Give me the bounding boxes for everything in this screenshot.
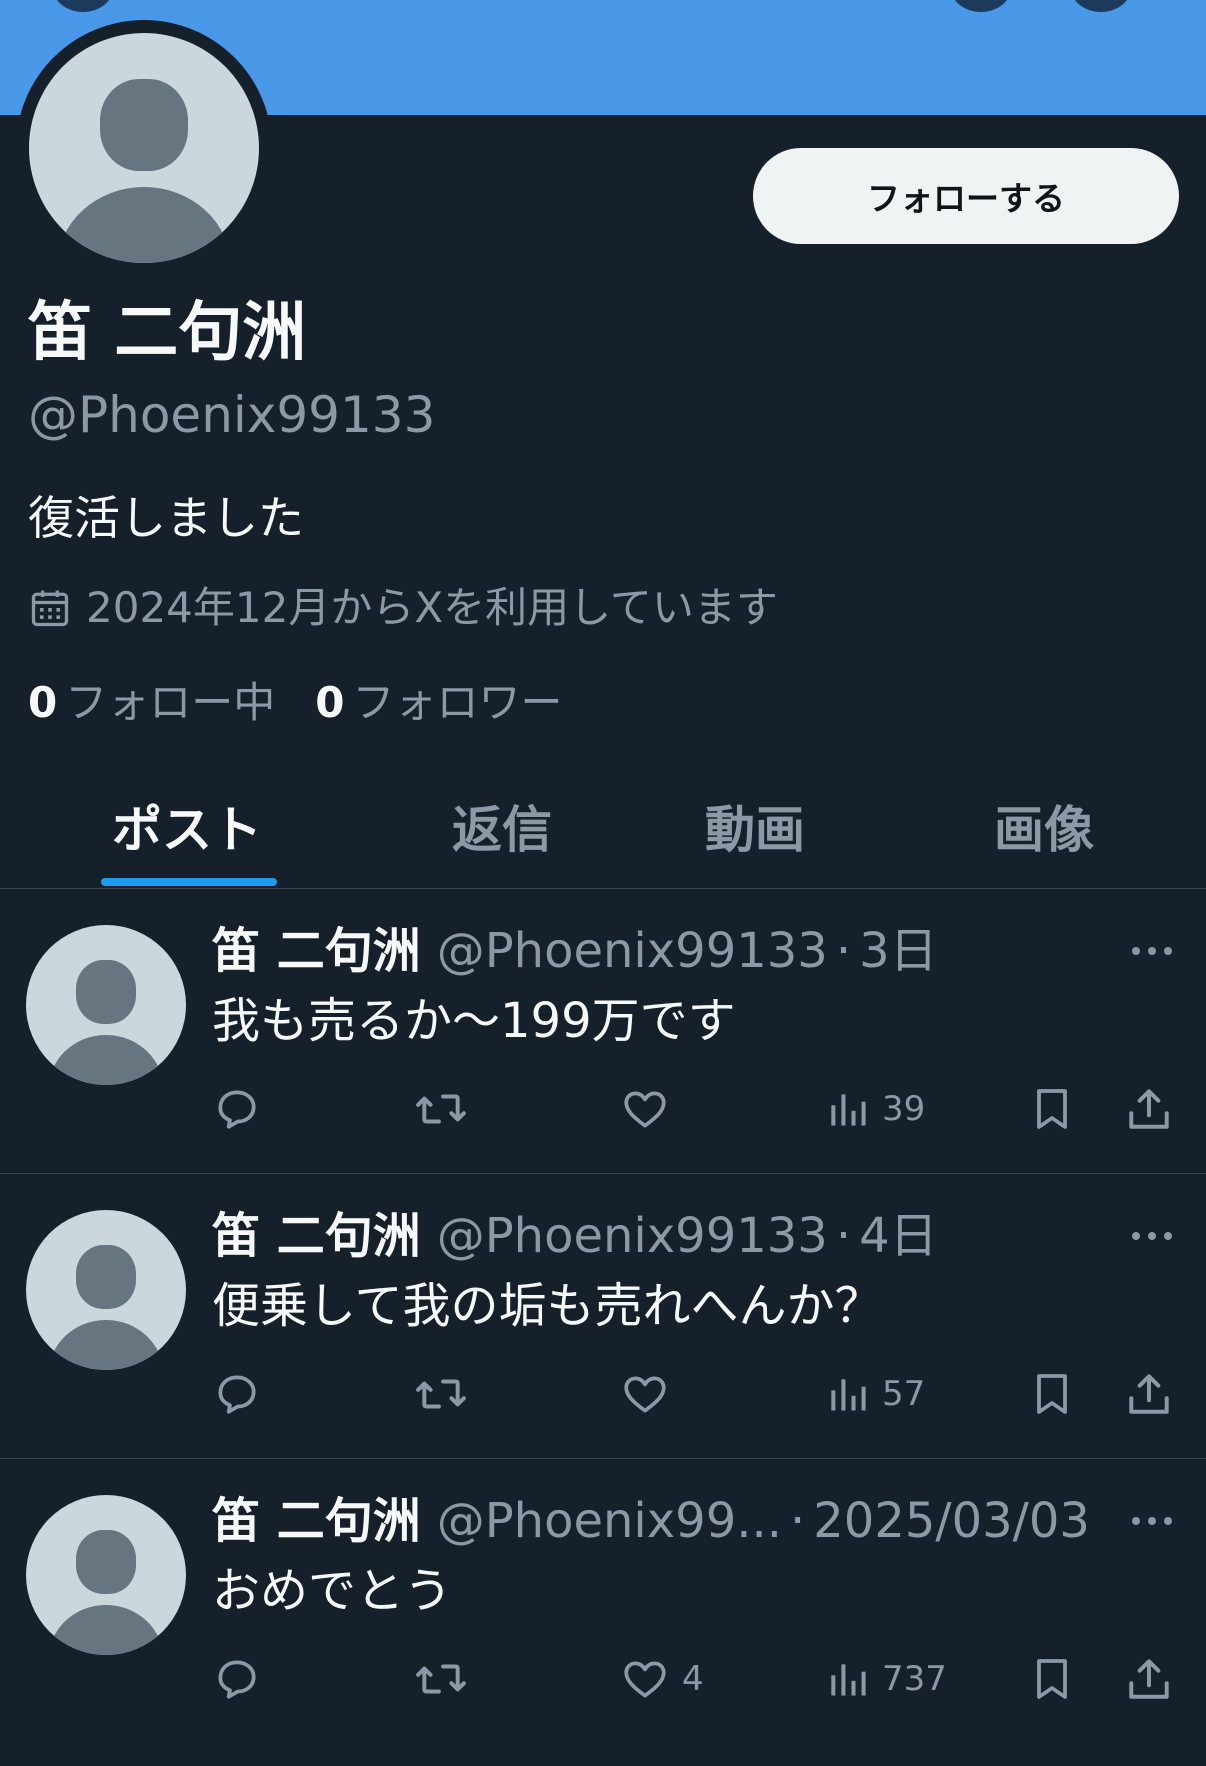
menu-button[interactable] — [1070, 0, 1132, 12]
post-header: 笛 二句洲 @Phoenix99... · 2025/03/03 — [212, 1489, 1090, 1553]
post-avatar[interactable] — [26, 1210, 186, 1370]
post-author-name[interactable]: 笛 二句洲 — [212, 1489, 421, 1553]
like-icon — [624, 1091, 666, 1128]
bookmark-icon — [1037, 1089, 1067, 1129]
views-button[interactable]: 57 — [826, 1364, 925, 1424]
following-count: 0 — [28, 678, 58, 727]
more-icon[interactable] — [1128, 1224, 1176, 1248]
reply-button[interactable] — [212, 1364, 262, 1424]
bookmark-icon — [1037, 1374, 1067, 1414]
like-icon — [624, 1661, 666, 1698]
calendar-icon — [31, 590, 69, 627]
retweet-icon — [416, 1094, 466, 1124]
default-avatar-icon — [29, 33, 259, 263]
profile-avatar[interactable] — [16, 20, 272, 276]
display-name: 笛 二句洲 — [28, 296, 307, 370]
view-count: 39 — [882, 1089, 926, 1129]
followers-count: 0 — [315, 678, 345, 727]
reply-button[interactable] — [212, 1649, 262, 1709]
retweet-button[interactable] — [413, 1364, 469, 1424]
post-author-handle[interactable]: @Phoenix99133 — [437, 1204, 828, 1268]
active-tab-indicator — [101, 878, 277, 886]
views-button[interactable]: 39 — [826, 1079, 925, 1139]
separator-dot: · — [790, 1493, 806, 1549]
more-icon[interactable] — [1128, 1509, 1176, 1533]
separator-dot: · — [835, 1208, 852, 1264]
post-timestamp[interactable]: 3日 — [859, 919, 938, 983]
post-timestamp[interactable]: 4日 — [859, 1204, 938, 1268]
following-link[interactable]: 0 フォロー中 — [28, 675, 275, 731]
more-icon[interactable] — [1128, 939, 1176, 963]
follow-button[interactable]: フォローする — [753, 148, 1179, 244]
follow-stats: 0 フォロー中 0 フォロワー — [28, 675, 603, 731]
view-count: 57 — [882, 1374, 926, 1414]
back-button[interactable] — [52, 0, 114, 12]
bookmark-button[interactable] — [1028, 1364, 1076, 1424]
retweet-button[interactable] — [413, 1649, 469, 1709]
retweet-icon — [416, 1664, 466, 1694]
post[interactable]: 笛 二句洲 @Phoenix99133 · 3日 我も売るか〜199万です 39 — [0, 889, 1206, 1174]
post-avatar[interactable] — [26, 1495, 186, 1655]
views-icon — [831, 1379, 866, 1411]
like-button[interactable] — [620, 1079, 682, 1139]
post-actions: 4 737 — [0, 1649, 1206, 1709]
bookmark-button[interactable] — [1028, 1649, 1076, 1709]
tab-posts[interactable]: ポスト — [112, 790, 262, 862]
post-header: 笛 二句洲 @Phoenix99133 · 3日 — [212, 919, 938, 983]
reply-icon — [218, 1375, 256, 1414]
post-author-handle[interactable]: @Phoenix99133 — [437, 919, 828, 983]
bookmark-icon — [1037, 1659, 1067, 1699]
share-icon — [1129, 1089, 1169, 1129]
like-icon — [624, 1376, 666, 1413]
tab-images[interactable]: 画像 — [994, 790, 1094, 862]
like-count: 4 — [682, 1659, 704, 1699]
post-author-name[interactable]: 笛 二句洲 — [212, 1204, 421, 1268]
post-actions: 39 — [0, 1079, 1206, 1139]
tab-videos[interactable]: 動画 — [705, 790, 805, 862]
post[interactable]: 笛 二句洲 @Phoenix99... · 2025/03/03 おめでとう 4… — [0, 1459, 1206, 1743]
post-header: 笛 二句洲 @Phoenix99133 · 4日 — [212, 1204, 938, 1268]
profile-tabs: ポスト 返信 動画 画像 — [0, 780, 1206, 889]
reply-icon — [218, 1660, 256, 1699]
followers-label: フォロワー — [352, 678, 563, 727]
post-text: 便乗して我の垢も売れへんか？ — [212, 1278, 883, 1334]
post-actions: 57 — [0, 1364, 1206, 1424]
joined-date: 2024年12月からXを利用しています — [28, 580, 778, 636]
tab-replies[interactable]: 返信 — [452, 790, 552, 862]
separator-dot: · — [835, 923, 852, 979]
bookmark-button[interactable] — [1028, 1079, 1076, 1139]
retweet-button[interactable] — [413, 1079, 469, 1139]
profile-handle: @Phoenix99133 — [28, 386, 436, 444]
post-text: おめでとう — [212, 1563, 453, 1619]
post-avatar[interactable] — [26, 925, 186, 1085]
joined-text: 2024年12月からXを利用しています — [86, 583, 778, 632]
post-author-name[interactable]: 笛 二句洲 — [212, 919, 421, 983]
view-count: 737 — [882, 1659, 947, 1699]
post[interactable]: 笛 二句洲 @Phoenix99133 · 4日 便乗して我の垢も売れへんか？ … — [0, 1174, 1206, 1459]
views-button[interactable]: 737 — [826, 1649, 947, 1709]
like-button[interactable]: 4 — [620, 1649, 704, 1709]
post-timestamp[interactable]: 2025/03/03 — [813, 1489, 1090, 1553]
share-icon — [1129, 1659, 1169, 1699]
share-icon — [1129, 1374, 1169, 1414]
post-text: 我も売るか〜199万です — [212, 993, 736, 1049]
reply-icon — [218, 1090, 256, 1129]
post-author-handle[interactable]: @Phoenix99... — [437, 1489, 782, 1553]
profile-bio: 復活しました — [28, 491, 304, 545]
following-label: フォロー中 — [65, 678, 276, 727]
reply-button[interactable] — [212, 1079, 262, 1139]
views-icon — [831, 1664, 866, 1696]
views-icon — [831, 1094, 866, 1126]
share-button[interactable] — [1124, 1649, 1174, 1709]
retweet-icon — [416, 1379, 466, 1409]
share-button[interactable] — [1124, 1079, 1174, 1139]
share-button[interactable] — [1124, 1364, 1174, 1424]
followers-link[interactable]: 0 フォロワー — [315, 675, 562, 731]
like-button[interactable] — [620, 1364, 682, 1424]
search-button[interactable] — [950, 0, 1012, 12]
